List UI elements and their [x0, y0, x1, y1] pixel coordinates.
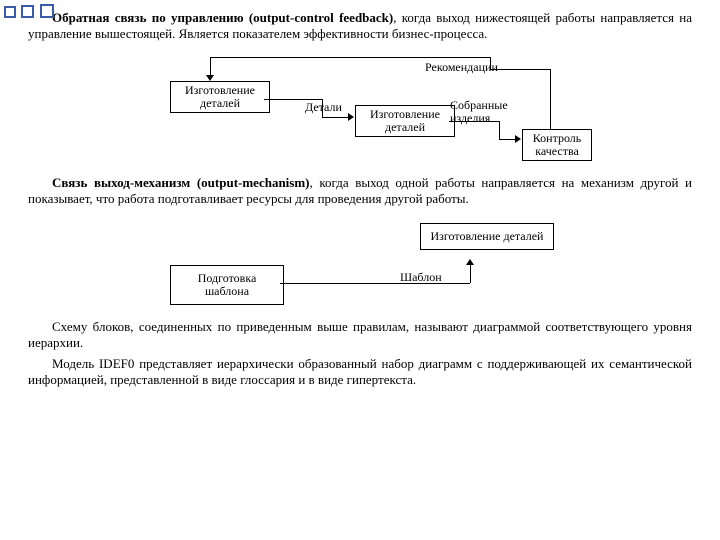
paragraph-scheme: Схему блоков, соединенных по приведенным… — [28, 319, 692, 352]
diagram-output-control: Рекомендации Изготовление деталей Детали… — [130, 49, 590, 169]
bullet-icon — [40, 4, 54, 18]
paragraph-idef0: Модель IDEF0 представляет иерархически о… — [28, 356, 692, 389]
paragraph-output-mechanism: Связь выход-механизм (output-mechanism),… — [28, 175, 692, 208]
box-manufacture-d2: Изготовление деталей — [420, 223, 554, 250]
corner-bullets — [4, 4, 56, 22]
page-content: Обратная связь по управлению (output-con… — [0, 0, 720, 388]
box-manufacture-2: Изготовление деталей — [355, 105, 455, 137]
bullet-icon — [4, 6, 16, 18]
box-template-prep: Подготовка шаблона — [170, 265, 284, 305]
diagram-output-mechanism: Изготовление деталей Подготовка шаблона … — [110, 213, 610, 313]
label-assembled: Собранные изделия — [450, 99, 520, 125]
term-output-control: Обратная связь по управлению (output-con… — [52, 10, 393, 25]
box-quality-control: Контроль качества — [522, 129, 592, 161]
bullet-icon — [21, 5, 34, 18]
paragraph-output-control: Обратная связь по управлению (output-con… — [28, 10, 692, 43]
label-template: Шаблон — [400, 271, 442, 284]
label-details: Детали — [305, 101, 342, 114]
label-recommendations: Рекомендации — [425, 61, 498, 74]
term-output-mechanism: Связь выход-механизм (output-mechanism) — [52, 175, 310, 190]
box-manufacture-1: Изготовление деталей — [170, 81, 270, 113]
